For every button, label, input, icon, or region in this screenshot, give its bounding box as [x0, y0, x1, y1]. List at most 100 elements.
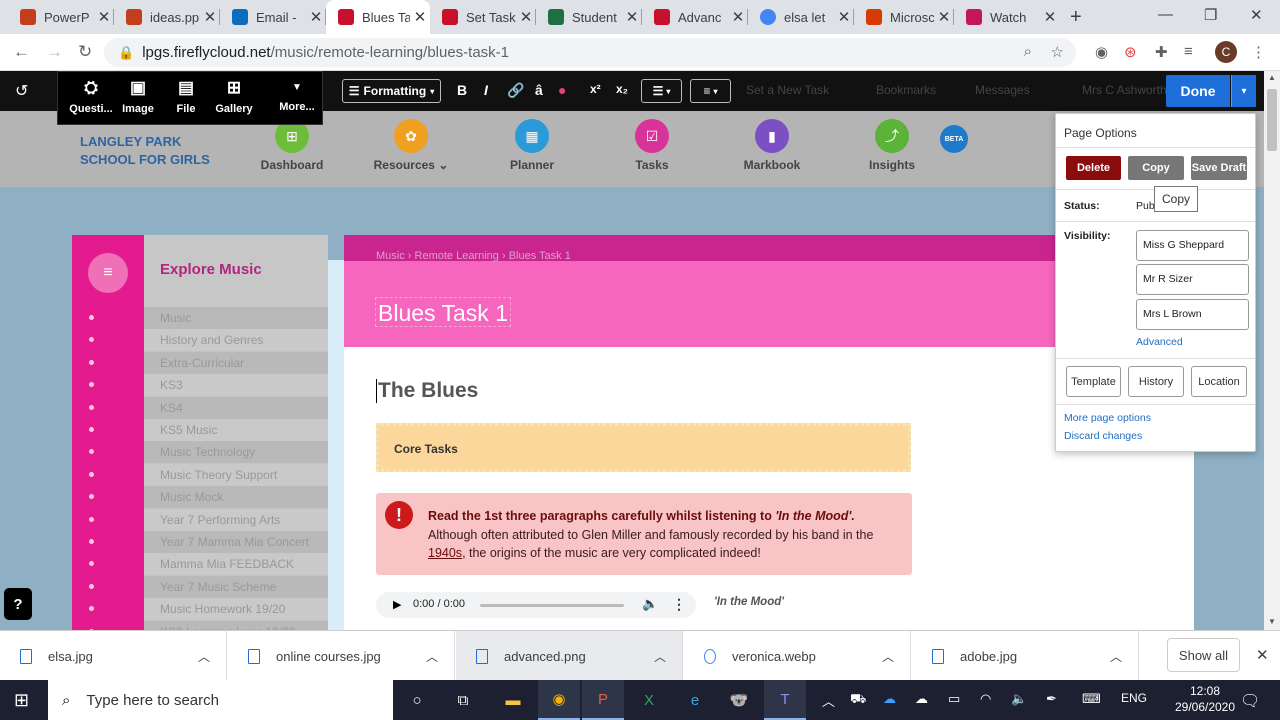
teams-taskbar-icon[interactable]: T — [764, 680, 806, 720]
puzzle-icon[interactable]: ✚ — [1155, 43, 1168, 61]
sidebar-item[interactable]: KS4 — [72, 396, 328, 419]
taskbar-clock[interactable]: 12:08 29/06/2020 — [1172, 683, 1238, 715]
chevron-up-icon[interactable]: ︿ — [882, 648, 894, 665]
close-tab-icon[interactable]: ✕ — [1040, 8, 1060, 26]
nav-markbook[interactable]: ▮ Markbook — [712, 119, 832, 172]
close-tab-icon[interactable]: ✕ — [516, 8, 536, 26]
alert-link[interactable]: 1940s — [428, 546, 462, 560]
windows-start-icon[interactable]: ⊞ — [14, 690, 29, 711]
scrollbar-thumb[interactable] — [1267, 89, 1277, 151]
more-page-options-link[interactable]: More page options — [1064, 412, 1151, 424]
wifi-icon[interactable]: ◠ — [980, 691, 991, 707]
app-taskbar-icon[interactable]: 🐨 — [718, 680, 760, 720]
back-icon[interactable]: ← — [13, 42, 30, 62]
show-all-button[interactable]: Show all — [1167, 638, 1240, 672]
window-close-icon[interactable]: ✕ — [1250, 6, 1263, 24]
page-title[interactable]: Blues Task 1 — [375, 297, 511, 327]
browser-tab[interactable]: Watch ✕ — [954, 0, 1060, 34]
copy-button[interactable]: Copy — [1128, 156, 1184, 180]
page-scrollbar[interactable]: ▲ ▼ — [1264, 71, 1280, 630]
file-explorer-icon[interactable]: ▬ — [492, 680, 534, 720]
close-tab-icon[interactable]: ✕ — [728, 8, 748, 26]
visibility-user[interactable]: Mr R Sizer — [1136, 264, 1249, 295]
link-icon[interactable]: 🔗 — [507, 82, 524, 99]
menu-icon[interactable]: ≡ — [88, 253, 128, 293]
insert-file-button[interactable]: ▤ File — [162, 78, 210, 115]
powerpoint-taskbar-icon[interactable]: P — [582, 680, 624, 720]
download-item[interactable]: adobe.jpg ︿ — [912, 631, 1139, 681]
breadcrumb-item[interactable]: Remote Learning — [415, 250, 499, 262]
done-button[interactable]: Done — [1166, 75, 1230, 107]
browser-tab[interactable]: Advanc ✕ — [642, 0, 748, 34]
edge-taskbar-icon[interactable]: e — [674, 680, 716, 720]
cortana-icon[interactable]: ○ — [396, 680, 438, 720]
download-item[interactable]: online courses.jpg ︿ — [228, 631, 455, 681]
insert-more-button[interactable]: ▼ More... — [273, 78, 321, 113]
task-view-icon[interactable]: ⧉ — [442, 680, 484, 720]
sidebar-item[interactable]: KS5 Music — [72, 419, 328, 441]
minimize-icon[interactable]: — — [1158, 6, 1173, 23]
chevron-up-icon[interactable]: ︿ — [198, 648, 210, 665]
avatar[interactable]: C — [1215, 41, 1237, 63]
section-heading[interactable]: The Blues — [376, 379, 478, 403]
sidebar-item[interactable]: Music — [72, 307, 328, 329]
browser-tab[interactable]: ideas.pp ✕ — [114, 0, 220, 34]
battery-icon[interactable]: ▭ — [948, 691, 960, 707]
keyboard-icon[interactable]: ⌨ — [1082, 691, 1101, 707]
visibility-user[interactable]: Mrs L Brown — [1136, 299, 1249, 330]
location-button[interactable]: Location — [1191, 366, 1247, 397]
audio-seek-bar[interactable] — [480, 604, 624, 607]
save-draft-button[interactable]: Save Draft — [1191, 156, 1247, 180]
nav-tasks[interactable]: ☑ Tasks — [592, 119, 712, 172]
close-downloads-icon[interactable]: ✕ — [1256, 646, 1269, 664]
forward-icon[interactable]: → — [46, 42, 63, 62]
audio-menu-icon[interactable]: ⋮ — [672, 596, 686, 613]
download-item[interactable]: veronica.webp ︿ — [684, 631, 911, 681]
sidebar-item[interactable]: Mamma Mia FEEDBACK — [72, 553, 328, 576]
sidebar-item[interactable]: KS3 — [72, 374, 328, 397]
template-button[interactable]: Template — [1066, 366, 1121, 397]
close-tab-icon[interactable]: ✕ — [200, 8, 220, 26]
bold-icon[interactable]: B — [457, 82, 467, 98]
excel-taskbar-icon[interactable]: X — [628, 680, 670, 720]
zoom-icon[interactable]: ⌕ — [1024, 43, 1032, 60]
cloud-icon[interactable]: ☁ — [915, 691, 928, 707]
close-tab-icon[interactable]: ✕ — [834, 8, 854, 26]
close-tab-icon[interactable]: ✕ — [94, 8, 114, 26]
sidebar-item[interactable]: KS3 Learning Logs 19/20 — [72, 620, 328, 630]
sidebar-item[interactable]: Music Homework 19/20 — [72, 598, 328, 621]
special-char-icon[interactable]: â — [535, 82, 543, 98]
scroll-up-icon[interactable]: ▲ — [1268, 73, 1276, 82]
browser-tab[interactable]: Set Task ✕ — [430, 0, 536, 34]
school-name[interactable]: LANGLEY PARK SCHOOL FOR GIRLS — [80, 133, 240, 169]
nav-dashboard[interactable]: ⊞ Dashboard — [232, 119, 352, 172]
chevron-up-icon[interactable]: ︿ — [1110, 648, 1122, 665]
breadcrumb-item[interactable]: Blues Task 1 — [509, 250, 571, 262]
reload-icon[interactable]: ↻ — [78, 42, 92, 62]
done-options-caret[interactable]: ▾ — [1231, 75, 1256, 107]
history-button[interactable]: History — [1128, 366, 1184, 397]
insert-gallery-button[interactable]: ⊞ Gallery — [210, 78, 258, 115]
help-button[interactable]: ? — [4, 588, 32, 620]
pen-icon[interactable]: ✒ — [1046, 691, 1057, 707]
core-tasks-box[interactable]: Core Tasks — [376, 423, 911, 472]
play-icon[interactable]: ▶ — [393, 598, 401, 611]
sidebar-item[interactable]: Music Mock — [72, 486, 328, 509]
chrome-taskbar-icon[interactable]: ◉ — [538, 680, 580, 720]
menu-dots-icon[interactable]: ⋮ — [1251, 43, 1266, 61]
notification-icon[interactable]: 🗨 — [1240, 691, 1260, 711]
close-tab-icon[interactable]: ✕ — [410, 8, 430, 26]
subscript-icon[interactable]: x₂ — [616, 82, 628, 96]
nav-planner[interactable]: ▦ Planner — [472, 119, 592, 172]
align-dropdown[interactable]: ≡ ▾ — [690, 79, 731, 103]
sidebar-item[interactable]: Year 7 Music Scheme — [72, 575, 328, 598]
sidebar-item[interactable]: Extra-Curricular — [72, 351, 328, 374]
formatting-dropdown[interactable]: ☰ Formatting ▾ — [342, 79, 441, 103]
close-tab-icon[interactable]: ✕ — [934, 8, 954, 26]
taskbar-search[interactable]: ⌕ Type here to search — [48, 680, 393, 720]
close-tab-icon[interactable]: ✕ — [306, 8, 326, 26]
sidebar-item[interactable]: Music Technology — [72, 441, 328, 464]
download-item[interactable]: advanced.png ︿ — [456, 631, 683, 681]
italic-icon[interactable]: I — [484, 82, 488, 98]
insert-image-button[interactable]: ▣ Image — [114, 78, 162, 115]
